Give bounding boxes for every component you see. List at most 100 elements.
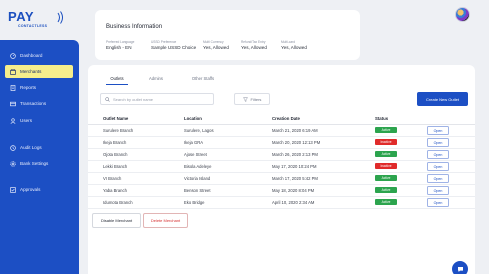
- sidebar-item-transactions[interactable]: Transactions: [5, 97, 73, 110]
- sidebar-item-users[interactable]: Users: [5, 114, 73, 127]
- open-outlet-button[interactable]: Open: [427, 161, 449, 171]
- cell-outlet-name: VI Branch: [88, 172, 184, 185]
- settings-icon: [10, 160, 16, 167]
- merchants-icon: [10, 68, 16, 75]
- cell-action: Open: [427, 136, 475, 149]
- search-icon: [105, 96, 110, 102]
- col-creation-date: Creation Date: [272, 114, 375, 125]
- cell-location: Benson Street: [184, 184, 272, 197]
- cell-outlet-name: Yaba Branch: [88, 184, 184, 197]
- status-badge: Active: [375, 175, 397, 181]
- sidebar-item-label: Reports: [20, 85, 37, 90]
- sidebar-item-audit-logs[interactable]: Audit Logs: [5, 141, 73, 154]
- business-info-card: Business Information Preferred Language …: [95, 10, 360, 60]
- table-row: Ojota Branch Ajose Street March 26, 2020 2…: [88, 148, 475, 161]
- sidebar-item-label: Users: [20, 118, 32, 123]
- open-outlet-button[interactable]: Open: [427, 173, 449, 183]
- tab-bar: Outlets Admins Other Staffs: [94, 74, 469, 86]
- cell-creation-date: May 18, 2020 8:04 PM: [272, 184, 375, 197]
- open-outlet-button[interactable]: Open: [427, 137, 449, 147]
- status-badge: Active: [375, 199, 397, 205]
- open-outlet-button[interactable]: Open: [427, 149, 449, 159]
- info-field-refund: Refund/Tax Entry Yes, Allowed: [241, 40, 267, 50]
- approvals-icon: [10, 186, 16, 193]
- sidebar-item-label: Audit Logs: [20, 145, 42, 150]
- cell-action: Open: [427, 160, 475, 173]
- brand-logo[interactable]: PAY CONTACTLESS: [8, 9, 64, 31]
- cell-outlet-name: Surulere Branch: [88, 124, 184, 137]
- filter-icon: [242, 96, 248, 102]
- info-label: Refund/Tax Entry: [241, 40, 266, 44]
- status-badge: Inactive: [375, 139, 397, 145]
- transactions-icon: [10, 101, 16, 107]
- filters-label: Filters: [250, 96, 262, 102]
- sidebar-item-approvals[interactable]: Approvals: [5, 183, 73, 196]
- col-action: [427, 114, 475, 125]
- outlets-card: Outlets Admins Other Staffs Search by ou…: [88, 65, 475, 274]
- filters-button[interactable]: Filters: [234, 93, 270, 105]
- search-input[interactable]: Search by outlet name: [100, 93, 214, 105]
- cell-creation-date: March 26, 2020 2:13 PM: [272, 148, 375, 161]
- chat-icon: [457, 266, 463, 272]
- cell-creation-date: April 10, 2020 2:34 AM: [272, 196, 375, 209]
- status-badge: Active: [375, 151, 397, 157]
- sidebar-item-bank-settings[interactable]: Bank Settings: [5, 157, 73, 170]
- sidebar: Dashboard Merchants Reports Transactions…: [0, 40, 79, 274]
- create-outlet-button[interactable]: Create New Outlet: [417, 92, 468, 106]
- cell-status: Active: [375, 124, 427, 137]
- cell-status: Inactive: [375, 160, 427, 173]
- table-header-row: Outlet Name Location Creation Date Statu…: [88, 114, 475, 125]
- app-root: PAY CONTACTLESS Dashboard Merchants Repo…: [0, 0, 489, 274]
- table-row: Ikeja Branch Ikeja GRA March 20, 2020 12:1…: [88, 136, 475, 149]
- info-field-multi-currency: Multi Currency Yes, Allowed: [203, 40, 229, 50]
- table-row: Lekki Branch Bisola Adeleye May 17, 2020 1…: [88, 160, 475, 173]
- sidebar-item-dashboard[interactable]: Dashboard: [5, 49, 73, 62]
- info-value: English - EN: [106, 45, 132, 50]
- tab-other-staffs[interactable]: Other Staffs: [186, 74, 220, 85]
- status-badge: Active: [375, 127, 397, 133]
- business-info-title: Business Information: [106, 24, 163, 30]
- cell-action: Open: [427, 124, 475, 137]
- contactless-waves-icon: [57, 11, 63, 24]
- info-value: Yes, Allowed: [281, 45, 307, 50]
- chat-button[interactable]: [452, 261, 468, 274]
- tab-outlets[interactable]: Outlets: [106, 74, 128, 85]
- reports-icon: [10, 84, 16, 91]
- cell-action: Open: [427, 184, 475, 197]
- info-label: Multi Currency: [203, 40, 224, 44]
- cell-location: Surulere, Lagos: [184, 124, 272, 137]
- info-value: Sample USSD Choice: [151, 45, 197, 50]
- user-avatar[interactable]: [455, 7, 470, 22]
- table-row: Idumota Branch Eko Bridge April 10, 2020 2…: [88, 196, 475, 209]
- sidebar-item-reports[interactable]: Reports: [5, 81, 73, 94]
- outlets-table: Outlet Name Location Creation Date Statu…: [88, 114, 475, 209]
- tab-admins[interactable]: Admins: [144, 74, 168, 85]
- sidebar-item-label: Transactions: [20, 101, 47, 106]
- sidebar-item-label: Bank Settings: [20, 161, 49, 166]
- info-label: USSD Preference: [151, 40, 177, 44]
- cell-location: Eko Bridge: [184, 196, 272, 209]
- cell-creation-date: May 17, 2020 10:24 PM: [272, 160, 375, 173]
- info-value: Yes, Allowed: [241, 45, 267, 50]
- open-outlet-button[interactable]: Open: [427, 197, 449, 207]
- cell-location: Ajose Street: [184, 148, 272, 161]
- cell-creation-date: March 20, 2020 12:13 PM: [272, 136, 375, 149]
- cell-status: Active: [375, 196, 427, 209]
- open-outlet-button[interactable]: Open: [427, 125, 449, 135]
- cell-action: Open: [427, 172, 475, 185]
- logo-word: PAY: [8, 9, 35, 24]
- table-row: VI Branch Victoria Island March 17, 2020 5…: [88, 172, 475, 185]
- table-row: Surulere Branch Surulere, Lagos March 21, …: [88, 124, 475, 137]
- open-outlet-button[interactable]: Open: [427, 185, 449, 195]
- cell-creation-date: March 17, 2020 5:42 PM: [272, 172, 375, 185]
- sidebar-item-merchants[interactable]: Merchants: [5, 65, 73, 78]
- cell-status: Inactive: [375, 136, 427, 149]
- disable-merchant-button[interactable]: Disable Merchant: [92, 213, 141, 228]
- search-placeholder: Search by outlet name: [113, 96, 154, 102]
- col-status: Status: [375, 114, 427, 125]
- delete-merchant-button[interactable]: Delete Merchant: [143, 213, 188, 228]
- cell-location: Ikeja GRA: [184, 136, 272, 149]
- sidebar-item-label: Dashboard: [20, 53, 43, 58]
- dashboard-icon: [10, 52, 16, 59]
- cell-location: Victoria Island: [184, 172, 272, 185]
